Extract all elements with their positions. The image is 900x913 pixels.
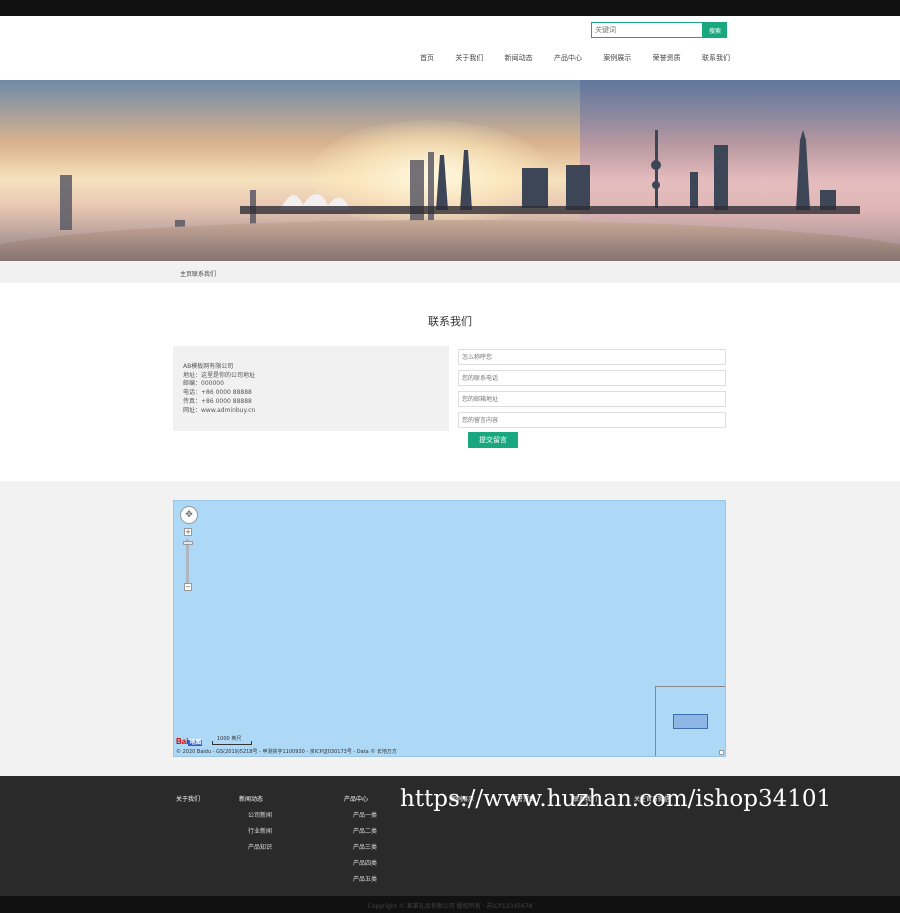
zoom-slider[interactable] bbox=[186, 539, 189, 587]
baidu-map[interactable]: ✥ + − Bai地图 1000 英尺 © 2020 Baidu - GS(20… bbox=[173, 500, 726, 757]
overview-map[interactable] bbox=[655, 686, 725, 756]
footer-link[interactable]: 产品四类 bbox=[344, 858, 377, 867]
nav-item-products[interactable]: 产品中心 bbox=[554, 53, 582, 63]
company-website: 网址：www.adminbuy.cn bbox=[183, 406, 256, 414]
breadcrumb-text: 主页联系我们 bbox=[180, 271, 217, 278]
baidu-logo: Bai地图 bbox=[176, 737, 203, 746]
footer-link[interactable]: 产品二类 bbox=[344, 826, 377, 835]
footer-link[interactable]: 公司新闻 bbox=[239, 810, 272, 819]
breadcrumb: 主页联系我们 bbox=[0, 261, 900, 283]
top-bar bbox=[0, 0, 900, 16]
company-name: AB模板网有限公司 bbox=[183, 363, 234, 370]
city-skyline-banner bbox=[0, 80, 900, 261]
message-form: 提交留言 bbox=[458, 349, 726, 448]
copyright-bar: Copyright © 某某礼品有限公司 版权所有 · 苏ICP12345678 bbox=[0, 896, 900, 913]
footer-heading[interactable]: 关于我们 bbox=[176, 794, 200, 803]
submit-message-button[interactable]: 提交留言 bbox=[468, 432, 518, 448]
nav-item-news[interactable]: 新闻动态 bbox=[505, 53, 533, 63]
search-button[interactable]: 搜索 bbox=[703, 22, 727, 38]
footer-link[interactable]: 产品知识 bbox=[239, 842, 272, 851]
nav-item-about[interactable]: 关于我们 bbox=[455, 53, 483, 63]
watermark-url: https://www.huzhan.com/ishop34101 bbox=[400, 786, 832, 812]
zoom-in-button[interactable]: + bbox=[184, 528, 192, 536]
name-field[interactable] bbox=[458, 349, 726, 365]
map-copyright: © 2020 Baidu - GS(2019)5218号 - 甲测资字11009… bbox=[176, 749, 397, 755]
zoom-slider-handle[interactable] bbox=[183, 541, 193, 545]
email-field[interactable] bbox=[458, 391, 726, 407]
overview-toggle-icon[interactable] bbox=[719, 750, 724, 755]
footer-link[interactable]: 产品五类 bbox=[344, 874, 377, 883]
nav-item-cases[interactable]: 案例展示 bbox=[603, 53, 631, 63]
map-scale-bar bbox=[212, 741, 252, 745]
footer-heading[interactable]: 新闻动态 bbox=[239, 794, 272, 803]
company-info-box: AB模板网有限公司 地址：这里是你的公司地址 邮编：000000 电话：+86 … bbox=[173, 346, 449, 431]
main-nav: 首页 关于我们 新闻动态 产品中心 案例展示 荣誉资质 联系我们 bbox=[420, 53, 730, 63]
footer-col-about: 关于我们 bbox=[176, 794, 200, 810]
search-box: 搜索 bbox=[591, 22, 727, 38]
footer-link[interactable]: 行业新闻 bbox=[239, 826, 272, 835]
footer-col-news: 新闻动态 公司新闻 行业新闻 产品知识 bbox=[239, 794, 272, 858]
nav-item-honors[interactable]: 荣誉资质 bbox=[653, 53, 681, 63]
footer-heading[interactable]: 产品中心 bbox=[344, 794, 377, 803]
phone-field[interactable] bbox=[458, 370, 726, 386]
nav-item-contact[interactable]: 联系我们 bbox=[702, 53, 730, 63]
message-field[interactable] bbox=[458, 412, 726, 428]
footer-link[interactable]: 产品一类 bbox=[344, 810, 377, 819]
page-title: 联系我们 bbox=[428, 315, 472, 328]
pan-control-icon[interactable]: ✥ bbox=[180, 506, 198, 524]
company-postcode: 邮编：000000 bbox=[183, 380, 224, 388]
footer: 关于我们 新闻动态 公司新闻 行业新闻 产品知识 产品中心 产品一类 产品二类 … bbox=[0, 776, 900, 896]
overview-viewport[interactable] bbox=[673, 714, 708, 729]
copyright-text: Copyright © 某某礼品有限公司 版权所有 · 苏ICP12345678 bbox=[367, 903, 533, 910]
company-phone: 电话：+86 0000 88888 bbox=[183, 389, 252, 397]
nav-item-home[interactable]: 首页 bbox=[420, 53, 434, 63]
footer-col-products: 产品中心 产品一类 产品二类 产品三类 产品四类 产品五类 bbox=[344, 794, 377, 890]
header: 搜索 首页 关于我们 新闻动态 产品中心 案例展示 荣誉资质 联系我们 bbox=[0, 16, 900, 80]
search-input[interactable] bbox=[591, 22, 703, 38]
company-fax: 传真：+86 0000 88888 bbox=[183, 397, 252, 405]
footer-link[interactable]: 产品三类 bbox=[344, 842, 377, 851]
zoom-out-button[interactable]: − bbox=[184, 583, 192, 591]
map-section: ✥ + − Bai地图 1000 英尺 © 2020 Baidu - GS(20… bbox=[0, 481, 900, 776]
